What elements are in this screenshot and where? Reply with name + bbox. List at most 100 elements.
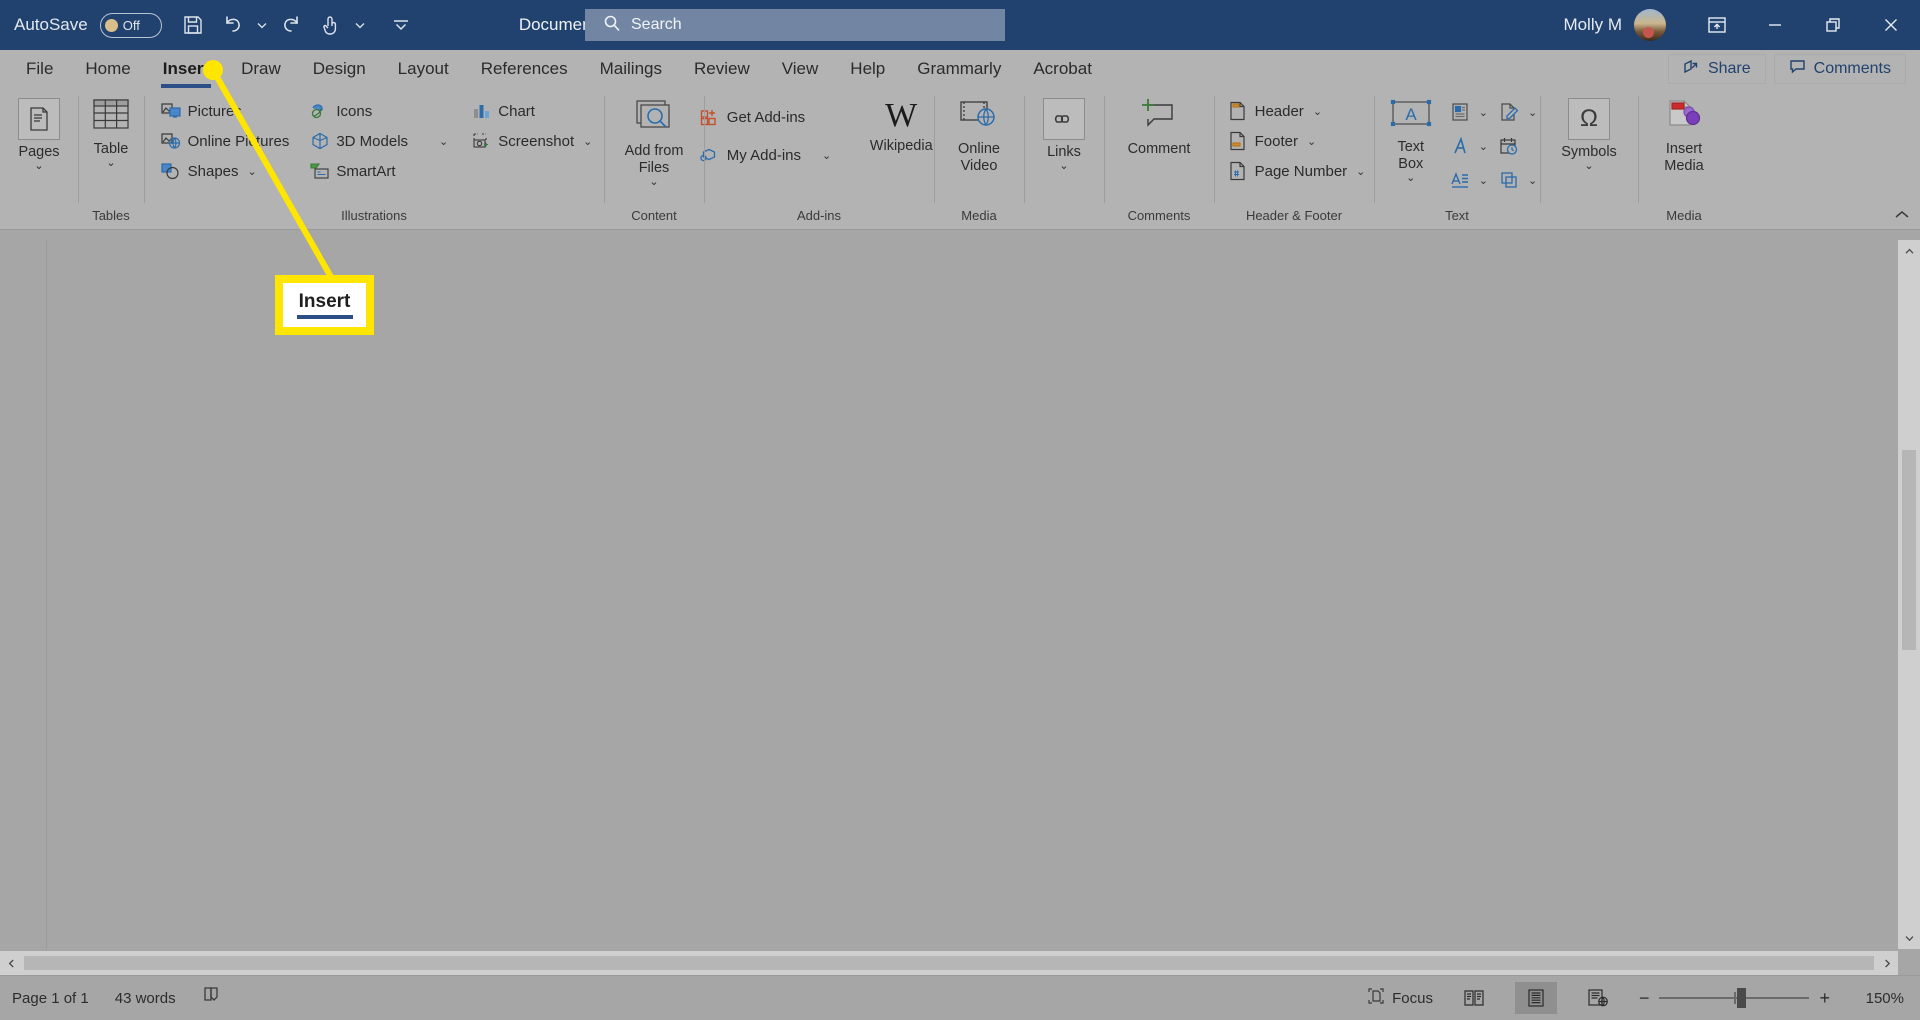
zoom-in-button[interactable]: +	[1819, 988, 1830, 1009]
wordart-icon[interactable]	[1446, 132, 1474, 160]
search-box[interactable]: Search	[585, 9, 1005, 41]
zoom-out-button[interactable]: −	[1639, 988, 1650, 1009]
insert-media-button[interactable]: Insert Media	[1644, 94, 1724, 175]
tab-design[interactable]: Design	[297, 50, 382, 88]
pictures-button[interactable]: Pictures	[156, 98, 295, 124]
focus-button[interactable]: Focus	[1367, 987, 1433, 1009]
my-add-ins-dropdown-icon[interactable]: ⌄	[819, 149, 834, 162]
proofing-icon[interactable]	[202, 986, 222, 1010]
pages-dropdown-icon[interactable]: ⌄	[34, 161, 43, 172]
table-dropdown-icon[interactable]: ⌄	[106, 158, 115, 169]
zoom-level[interactable]: 150%	[1850, 990, 1904, 1007]
footer-button[interactable]: Footer ⌄	[1223, 128, 1374, 154]
page-number-button[interactable]: Page Number ⌄	[1223, 158, 1374, 184]
header-dropdown-icon[interactable]: ⌄	[1310, 105, 1325, 118]
chart-button[interactable]: Chart	[466, 98, 600, 124]
tab-view[interactable]: View	[766, 50, 835, 88]
signature-line-dropdown-icon[interactable]: ⌄	[1525, 106, 1540, 119]
wordart-dropdown-icon[interactable]: ⌄	[1476, 140, 1491, 153]
word-count[interactable]: 43 words	[115, 990, 176, 1007]
zoom-thumb[interactable]	[1737, 988, 1747, 1008]
zoom-track[interactable]	[1659, 988, 1810, 1008]
read-mode-view-button[interactable]	[1453, 982, 1495, 1014]
tab-review[interactable]: Review	[678, 50, 766, 88]
print-layout-view-button[interactable]	[1514, 982, 1557, 1014]
screenshot-button[interactable]: Screenshot ⌄	[466, 128, 600, 154]
quick-parts-dropdown-icon[interactable]: ⌄	[1476, 106, 1491, 119]
comment-button[interactable]: Comment	[1110, 94, 1208, 158]
tab-draw[interactable]: Draw	[225, 50, 297, 88]
quick-parts-icon[interactable]	[1446, 98, 1474, 126]
tab-file[interactable]: File	[10, 50, 69, 88]
tab-references[interactable]: References	[465, 50, 584, 88]
ribbon-display-options-button[interactable]	[1688, 0, 1746, 50]
close-button[interactable]	[1862, 0, 1920, 50]
page-info[interactable]: Page 1 of 1	[12, 990, 89, 1007]
signature-line-icon[interactable]	[1495, 98, 1523, 126]
tab-help[interactable]: Help	[834, 50, 901, 88]
comments-button[interactable]: Comments	[1773, 54, 1906, 84]
minimize-button[interactable]	[1746, 0, 1804, 50]
vertical-scroll-thumb[interactable]	[1902, 450, 1916, 650]
add-from-files-button[interactable]: Add from Files ⌄	[610, 94, 698, 188]
shapes-button[interactable]: Shapes ⌄	[156, 158, 295, 184]
document-page[interactable]	[46, 240, 1898, 949]
links-button[interactable]: Links ⌄	[1028, 94, 1100, 172]
customize-quick-access-toolbar-icon[interactable]	[382, 6, 420, 44]
web-layout-view-button[interactable]	[1577, 982, 1619, 1014]
shapes-dropdown-icon[interactable]: ⌄	[245, 165, 260, 178]
redo-icon[interactable]	[272, 6, 310, 44]
symbols-button[interactable]: Ω Symbols ⌄	[1546, 94, 1632, 172]
smartart-button[interactable]: SmartArt	[304, 158, 456, 184]
touch-mode-dropdown-icon[interactable]	[352, 6, 368, 44]
footer-dropdown-icon[interactable]: ⌄	[1304, 135, 1319, 148]
collapse-ribbon-button[interactable]	[1892, 208, 1912, 225]
text-box-label: Text Box	[1397, 139, 1425, 172]
object-dropdown-icon[interactable]: ⌄	[1525, 174, 1540, 187]
links-dropdown-icon[interactable]: ⌄	[1059, 161, 1068, 172]
undo-dropdown-icon[interactable]	[254, 6, 270, 44]
avatar[interactable]	[1634, 9, 1666, 41]
share-label: Share	[1707, 60, 1751, 77]
tab-layout[interactable]: Layout	[382, 50, 465, 88]
table-button[interactable]: Table ⌄	[75, 94, 147, 169]
horizontal-scroll-thumb[interactable]	[24, 956, 1874, 970]
symbols-dropdown-icon[interactable]: ⌄	[1584, 161, 1593, 172]
tab-mailings[interactable]: Mailings	[584, 50, 678, 88]
pages-button[interactable]: Pages ⌄	[3, 94, 75, 172]
date-time-icon[interactable]	[1495, 132, 1523, 160]
touch-mode-icon[interactable]	[312, 6, 350, 44]
tab-insert[interactable]: Insert	[147, 50, 225, 88]
object-icon[interactable]	[1495, 166, 1523, 194]
my-add-ins-button[interactable]: My Add-ins ⌄	[695, 142, 839, 168]
scroll-left-arrow[interactable]	[0, 952, 22, 974]
horizontal-scrollbar[interactable]	[0, 951, 1898, 975]
share-button[interactable]: Share	[1667, 54, 1766, 84]
scroll-right-arrow[interactable]	[1876, 952, 1898, 974]
tab-home[interactable]: Home	[69, 50, 146, 88]
save-icon[interactable]	[174, 6, 212, 44]
3d-models-dropdown-icon[interactable]: ⌄	[436, 135, 451, 148]
header-button[interactable]: Header ⌄	[1223, 98, 1374, 124]
add-from-files-dropdown-icon[interactable]: ⌄	[649, 177, 658, 188]
drop-cap-dropdown-icon[interactable]: ⌄	[1476, 174, 1491, 187]
tab-grammarly[interactable]: Grammarly	[901, 50, 1017, 88]
drop-cap-icon[interactable]	[1446, 166, 1474, 194]
page-number-dropdown-icon[interactable]: ⌄	[1353, 165, 1368, 178]
vertical-scrollbar[interactable]	[1898, 240, 1920, 949]
icons-button[interactable]: Icons	[304, 98, 456, 124]
3d-models-button[interactable]: 3D Models ⌄	[304, 128, 456, 154]
online-video-button[interactable]: Online Video	[940, 94, 1018, 175]
undo-icon[interactable]	[214, 6, 252, 44]
screenshot-dropdown-icon[interactable]: ⌄	[580, 135, 595, 148]
restore-button[interactable]	[1804, 0, 1862, 50]
autosave-toggle[interactable]: Off	[99, 12, 162, 38]
scroll-up-arrow[interactable]	[1898, 240, 1920, 262]
text-box-dropdown-icon[interactable]: ⌄	[1406, 173, 1415, 184]
text-box-button[interactable]: A Text Box ⌄	[1380, 94, 1442, 184]
online-pictures-button[interactable]: Online Pictures	[156, 128, 295, 154]
tab-acrobat[interactable]: Acrobat	[1017, 50, 1108, 88]
scroll-down-arrow[interactable]	[1898, 927, 1920, 949]
get-add-ins-button[interactable]: Get Add-ins	[695, 104, 839, 130]
zoom-slider[interactable]: − +	[1639, 988, 1830, 1009]
